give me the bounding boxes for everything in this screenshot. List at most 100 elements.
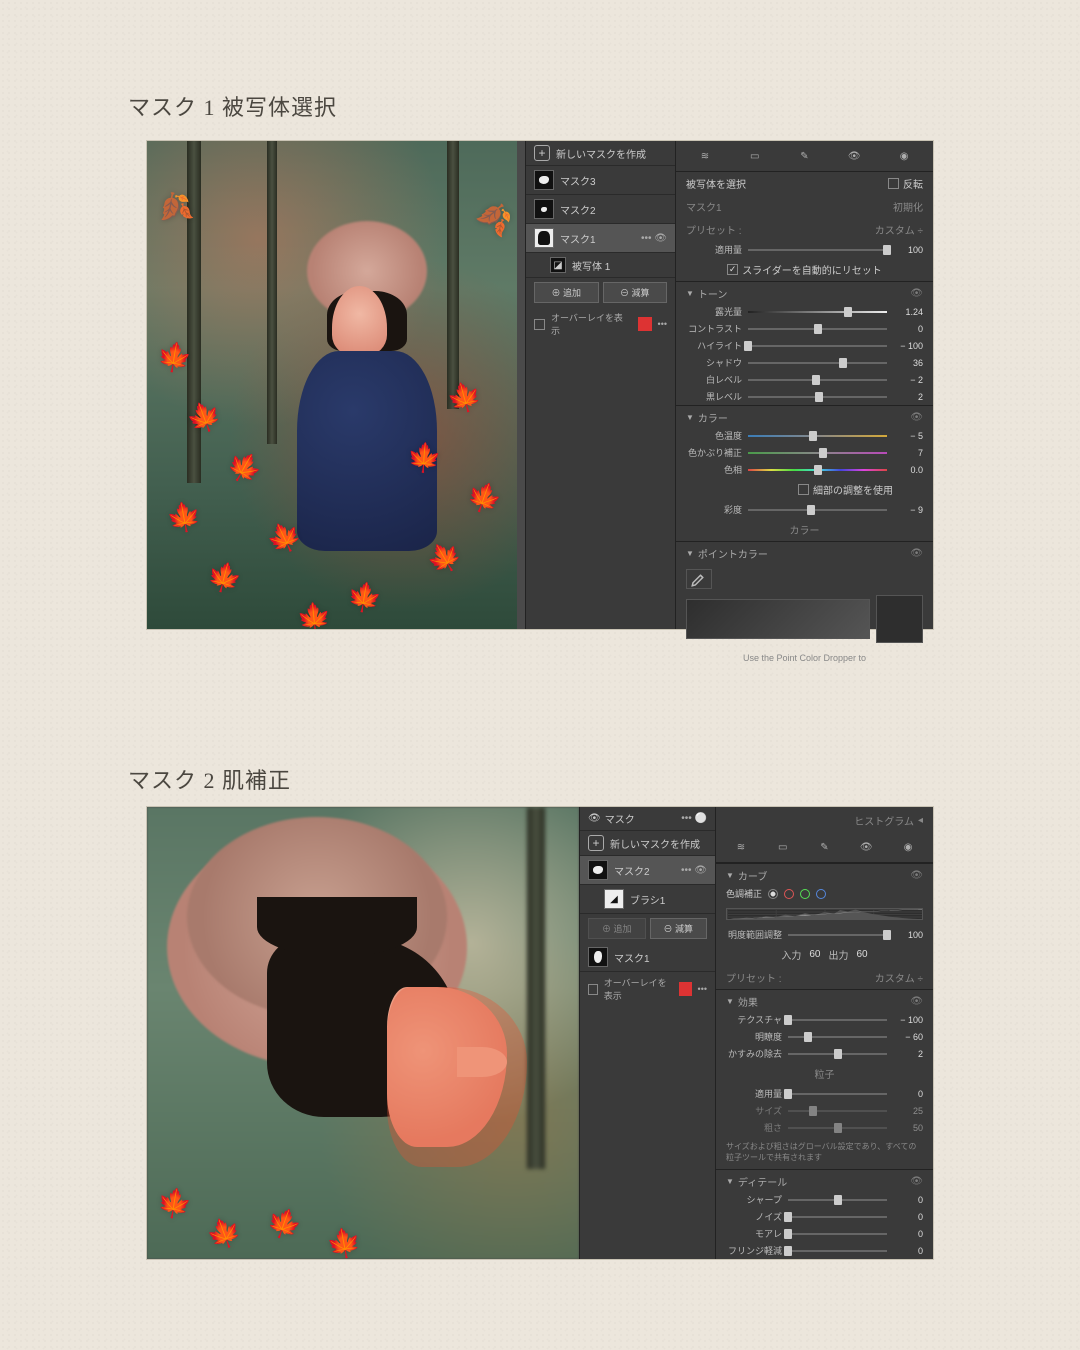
overlay-checkbox[interactable] — [588, 984, 598, 995]
saturation-slider[interactable] — [748, 508, 887, 512]
mask-subitem-brush[interactable]: ◢ ブラシ1 — [580, 885, 715, 914]
add-mask-button[interactable]: ⊕ 追加 — [588, 918, 646, 939]
reset-button[interactable]: 初期化 — [893, 199, 923, 214]
adjust-icon[interactable]: ≋ — [732, 838, 750, 856]
color-section-header[interactable]: ▼カラー👁 — [676, 405, 933, 427]
slider-label: サイズ — [726, 1104, 782, 1117]
eye-icon[interactable]: 👁 — [910, 996, 923, 1007]
eye-icon[interactable]: 👁 — [910, 288, 923, 299]
r-radio[interactable] — [784, 889, 794, 899]
black-slider[interactable] — [748, 395, 887, 399]
mask-header-actions[interactable]: ••• ⚪ — [681, 813, 707, 824]
mask-item-actions[interactable]: ••• 👁 — [681, 865, 707, 876]
brush-icon[interactable]: ✎ — [795, 147, 813, 165]
hue-slider[interactable] — [748, 468, 887, 472]
pointcolor-section-header[interactable]: ▼ポイントカラー👁 — [676, 541, 933, 563]
rgb-radio[interactable] — [768, 889, 778, 899]
adjust-panel-2: ヒストグラム ◂ ≋ ▭ ✎ 👁 ◉ ▼カーブ👁 色調補正 — [715, 807, 933, 1259]
overlay-toggle-row[interactable]: オーバーレイを表示 ••• — [580, 972, 715, 1006]
effect-section-header[interactable]: ▼効果👁 — [716, 989, 933, 1011]
shadow-slider[interactable] — [748, 361, 887, 365]
mask-subitem-subject[interactable]: ◪ 被写体 1 — [526, 253, 675, 278]
preset-value[interactable]: カスタム ÷ — [875, 970, 923, 985]
mask-label: ブラシ1 — [630, 892, 665, 907]
defringe-slider[interactable] — [788, 1249, 887, 1253]
auto-reset-checkbox[interactable] — [727, 264, 738, 275]
color-dropper-icon[interactable] — [686, 569, 712, 589]
range-slider[interactable] — [788, 933, 887, 937]
slider-label: シャドウ — [686, 356, 742, 369]
add-mask-button[interactable]: ⊕ 追加 — [534, 282, 599, 303]
overlay-toggle-row[interactable]: オーバーレイを表示 ••• — [526, 307, 675, 341]
sharpen-slider[interactable] — [788, 1198, 887, 1202]
overlay-color-swatch[interactable] — [679, 982, 691, 996]
linear-grad-icon[interactable]: ▭ — [774, 838, 792, 856]
mask-label: マスク2 — [614, 863, 650, 878]
eye-icon[interactable]: 👁 — [910, 1176, 923, 1187]
color-sub-label: カラー — [790, 522, 820, 537]
radial-icon[interactable]: ◉ — [899, 838, 917, 856]
mask-item-3[interactable]: マスク3 — [526, 166, 675, 195]
tint-slider[interactable] — [748, 451, 887, 455]
eye-icon[interactable]: 👁 — [910, 412, 923, 423]
slider-value: 36 — [893, 358, 923, 368]
eye-icon[interactable]: 👁 — [588, 813, 601, 824]
mask-item-2[interactable]: マスク2 — [526, 195, 675, 224]
highlight-slider[interactable] — [748, 344, 887, 348]
invert-toggle[interactable]: 反転 — [888, 176, 923, 191]
screenshot-1: 🍁 🍁 🍁 🍁 🍁 🍁 🍁 🍁 🍁 🍁 🍁 🍁 🍂 🍂 + 新しいマスクを作成 … — [146, 140, 934, 630]
point-color-swatch[interactable] — [876, 595, 923, 643]
auto-reset-label: スライダーを自動的にリセット — [742, 262, 882, 277]
contrast-slider[interactable] — [748, 327, 887, 331]
subtract-mask-button[interactable]: ⊖ 減算 — [603, 282, 668, 303]
adjust-icon[interactable]: ≋ — [696, 147, 714, 165]
eye-icon[interactable]: 👁 — [910, 548, 923, 559]
slider-label: かすみの除去 — [726, 1047, 782, 1060]
overlay-color-swatch[interactable] — [638, 317, 652, 331]
grain-rough-slider[interactable] — [788, 1126, 887, 1130]
grain-amount-slider[interactable] — [788, 1092, 887, 1096]
curve-section-header[interactable]: ▼カーブ👁 — [716, 863, 933, 885]
tone-curve[interactable] — [726, 908, 923, 920]
point-color-range[interactable] — [686, 599, 870, 639]
eye-icon[interactable]: 👁 — [910, 870, 923, 881]
texture-slider[interactable] — [788, 1018, 887, 1022]
slider-label: 露光量 — [686, 305, 742, 318]
linear-grad-icon[interactable]: ▭ — [746, 147, 764, 165]
grain-note: サイズおよび粗さはグローバル設定であり、すべての粒子ツールで共有されます — [716, 1136, 933, 1169]
moire-slider[interactable] — [788, 1232, 887, 1236]
dehaze-slider[interactable] — [788, 1052, 887, 1056]
mask-item-actions[interactable]: ••• 👁 — [641, 233, 667, 244]
mask-item-1[interactable]: マスク1 ••• 👁 — [526, 224, 675, 253]
overlay-checkbox[interactable] — [534, 319, 545, 330]
grain-size-slider[interactable] — [788, 1109, 887, 1113]
subtract-mask-button[interactable]: ⊖ 減算 — [650, 918, 708, 939]
amount-value: 100 — [893, 245, 923, 255]
brush-icon[interactable]: ✎ — [815, 838, 833, 856]
eye-icon[interactable]: 👁 — [857, 838, 875, 856]
g-radio[interactable] — [800, 889, 810, 899]
fine-adjust-checkbox[interactable] — [798, 484, 809, 495]
noise-slider[interactable] — [788, 1215, 887, 1219]
b-radio[interactable] — [816, 889, 826, 899]
slider-label: モアレ — [726, 1227, 782, 1240]
overlay-more-icon[interactable]: ••• — [698, 984, 707, 994]
detail-section-header[interactable]: ▼ディテール👁 — [716, 1169, 933, 1191]
amount-slider[interactable] — [748, 248, 887, 252]
mask-label: マスク1 — [614, 950, 650, 965]
radial-icon[interactable]: ◉ — [895, 147, 913, 165]
mask-item-2[interactable]: マスク2 ••• 👁 — [580, 856, 715, 885]
clarity-slider[interactable] — [788, 1035, 887, 1039]
eye-icon[interactable]: 👁 — [845, 147, 863, 165]
adjust-panel-1: ≋ ▭ ✎ 👁 ◉ 被写体を選択 反転 マスク1 初期化 プリセット : カスタ… — [675, 141, 933, 629]
tone-section-header[interactable]: ▼トーン👁 — [676, 281, 933, 303]
create-mask-row[interactable]: + 新しいマスクを作成 — [526, 141, 675, 166]
preset-value[interactable]: カスタム ÷ — [875, 222, 923, 237]
exposure-slider[interactable] — [748, 310, 887, 314]
mask-item-1[interactable]: マスク1 — [580, 943, 715, 972]
create-mask-row[interactable]: + 新しいマスクを作成 — [580, 831, 715, 856]
temp-slider[interactable] — [748, 434, 887, 438]
white-slider[interactable] — [748, 378, 887, 382]
overlay-more-icon[interactable]: ••• — [658, 319, 667, 329]
slider-value: 2 — [893, 1049, 923, 1059]
